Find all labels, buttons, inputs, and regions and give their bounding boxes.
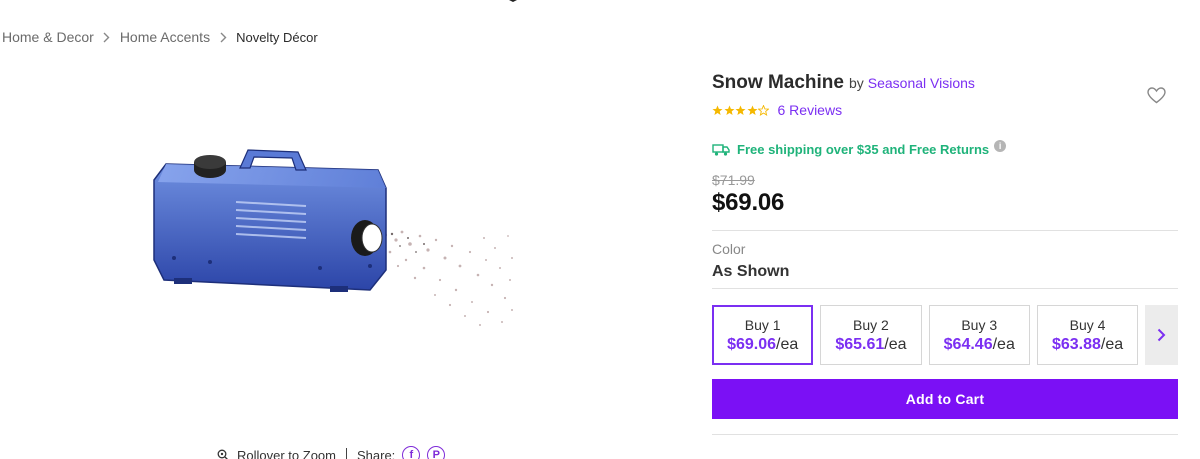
star-rating <box>712 104 770 116</box>
gallery-footer: Rollover to Zoom Share: f P <box>217 446 446 459</box>
star-icon <box>735 105 746 115</box>
divider <box>712 434 1178 435</box>
quantity-next-button[interactable] <box>1145 305 1178 365</box>
truck-icon <box>712 143 730 156</box>
quantity-options: Buy 1 $69.06/ea Buy 2 $65.61/ea Buy 3 $6… <box>712 305 1178 365</box>
quantity-unit: /ea <box>776 335 799 353</box>
quantity-option-2[interactable]: Buy 2 $65.61/ea <box>820 305 922 365</box>
chevron-right-icon <box>1157 328 1166 342</box>
shipping-info: Free shipping over $35 and Free Returns … <box>712 140 1178 157</box>
quantity-option-4[interactable]: Buy 4 $63.88/ea <box>1036 305 1139 365</box>
divider <box>712 230 1178 231</box>
quantity-label: Buy 2 <box>853 316 889 333</box>
star-icon <box>758 104 769 116</box>
quantity-unit: /ea <box>992 335 1015 353</box>
breadcrumb: Home & Decor Home Accents Novelty Décor <box>2 29 318 45</box>
by-label: by <box>848 75 864 91</box>
reviews-link[interactable]: 6 Reviews <box>778 102 843 118</box>
add-to-cart-button[interactable]: Add to Cart <box>712 379 1178 419</box>
quantity-price: $63.88 <box>1051 335 1101 353</box>
product-title: Snow Machine <box>712 72 844 93</box>
star-icon <box>747 105 757 115</box>
facebook-icon[interactable]: f <box>402 446 421 459</box>
title-row: Snow Machine by Seasonal Visions <box>712 72 1178 94</box>
zoom-icon <box>217 449 228 459</box>
breadcrumb-current: Novelty Décor <box>236 29 318 45</box>
heart-icon[interactable] <box>1147 87 1166 104</box>
star-icon <box>724 105 734 115</box>
chevron-right-icon <box>94 32 120 43</box>
quantity-label: Buy 4 <box>1069 316 1106 333</box>
footer-divider <box>345 448 347 459</box>
quantity-unit: /ea <box>884 335 907 353</box>
brand-link[interactable]: Seasonal Visions <box>868 75 975 91</box>
quantity-price: $69.06 <box>727 335 776 353</box>
shipping-text: Free shipping over $35 and Free Returns <box>737 142 990 157</box>
header-logo-fragment <box>509 0 517 2</box>
zoom-hint: Rollover to Zoom <box>237 447 336 459</box>
quantity-option-3[interactable]: Buy 3 $64.46/ea <box>928 305 1030 365</box>
color-value: As Shown <box>712 263 790 280</box>
divider <box>712 288 1178 289</box>
quantity-label: Buy 1 <box>744 316 781 333</box>
breadcrumb-home-accents[interactable]: Home Accents <box>120 29 210 45</box>
quantity-option-1[interactable]: Buy 1 $69.06/ea <box>712 305 814 365</box>
info-icon[interactable]: i <box>994 140 1007 152</box>
sale-price: $69.06 <box>712 189 785 216</box>
color-label: Color <box>712 241 746 257</box>
chevron-right-icon <box>210 32 236 43</box>
star-icon <box>712 105 723 115</box>
quantity-label: Buy 3 <box>961 316 998 333</box>
product-details: Snow Machine by Seasonal Visions 6 Revie… <box>712 72 1178 435</box>
breadcrumb-home-decor[interactable]: Home & Decor <box>2 29 94 45</box>
product-image[interactable] <box>140 140 520 340</box>
quantity-price: $64.46 <box>943 335 993 353</box>
quantity-unit: /ea <box>1100 335 1124 353</box>
quantity-price: $65.61 <box>835 335 885 353</box>
original-price: $71.99 <box>712 172 755 188</box>
share-label: Share: <box>356 447 396 459</box>
pinterest-icon[interactable]: P <box>427 446 446 459</box>
rating-row: 6 Reviews <box>712 102 1178 118</box>
